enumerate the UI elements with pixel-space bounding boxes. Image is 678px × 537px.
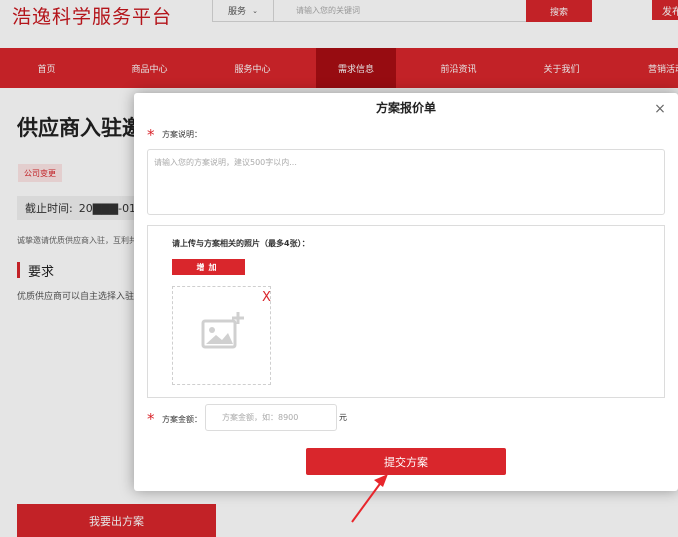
amount-input[interactable]: 方案金额，如：8900 bbox=[205, 404, 337, 431]
submit-solution-button[interactable]: 提交方案 bbox=[306, 448, 506, 475]
close-icon[interactable]: × bbox=[651, 100, 669, 118]
amount-label: 方案金额： bbox=[162, 415, 202, 424]
required-mark: * bbox=[147, 410, 155, 428]
amount-placeholder: 方案金额，如：8900 bbox=[222, 413, 299, 422]
required-mark: * bbox=[147, 126, 155, 144]
image-placeholder-icon bbox=[201, 312, 244, 349]
remove-photo-icon[interactable]: X bbox=[262, 290, 271, 305]
quote-modal: 方案报价单 × * 方案说明： 请输入您的方案说明，建议500字以内... 请上… bbox=[134, 93, 678, 491]
solution-description-textarea[interactable]: 请输入您的方案说明，建议500字以内... bbox=[147, 149, 665, 215]
amount-unit: 元 bbox=[339, 413, 347, 422]
desc-label: 方案说明： bbox=[162, 130, 202, 139]
add-photo-button[interactable]: 增加 bbox=[172, 259, 245, 275]
photo-upload-section: 请上传与方案相关的照片（最多4张）： 增加 X bbox=[147, 225, 665, 398]
desc-placeholder: 请输入您的方案说明，建议500字以内... bbox=[154, 158, 297, 167]
upload-label: 请上传与方案相关的照片（最多4张）： bbox=[172, 239, 310, 248]
photo-slot[interactable] bbox=[172, 286, 271, 385]
modal-title: 方案报价单 bbox=[375, 101, 436, 115]
